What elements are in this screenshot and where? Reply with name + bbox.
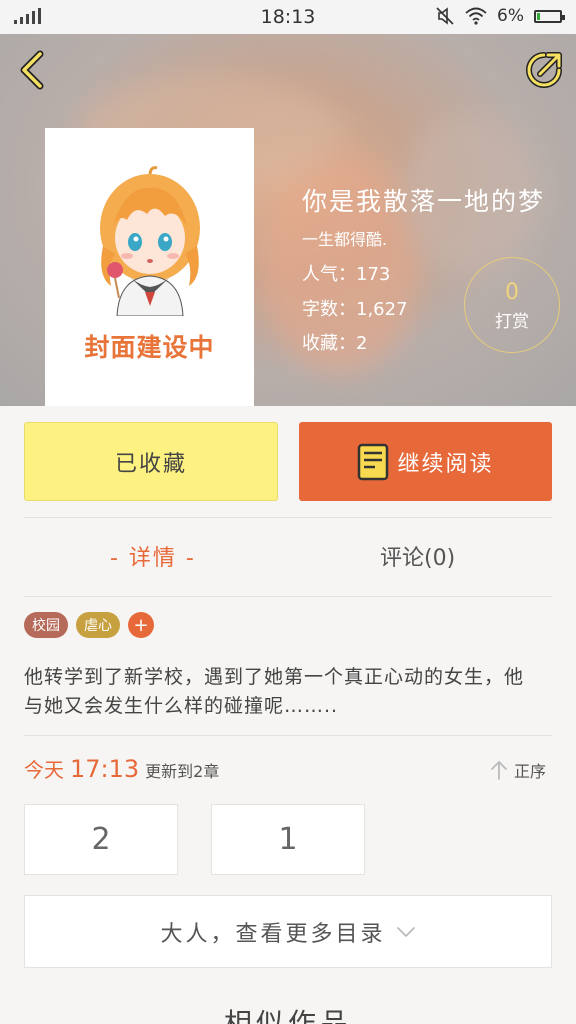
divider [24, 596, 552, 597]
status-bar: 18:13 6% [0, 0, 576, 34]
mute-icon [436, 7, 454, 25]
tag-list: 校园 虐心 + [24, 612, 154, 638]
tag-campus[interactable]: 校园 [24, 612, 68, 638]
book-icon [358, 443, 389, 480]
book-title: 你是我散落一地的梦 [302, 187, 546, 216]
share-icon [526, 52, 562, 88]
update-info: 今天 17:13 更新到2章 [24, 754, 219, 783]
wifi-icon [465, 7, 487, 25]
continue-reading-button[interactable]: 继续阅读 [299, 422, 552, 501]
chapter-button[interactable]: 2 [24, 804, 178, 875]
chevron-down-icon [396, 926, 415, 937]
word-count-stat: 字数：1,627 [302, 299, 408, 320]
similar-works-heading: 相似作品 [223, 1007, 352, 1024]
favorited-button[interactable]: 已收藏 [24, 422, 278, 501]
more-catalog-button[interactable]: 大人，查看更多目录 [24, 895, 552, 968]
sort-order-button[interactable]: 正序 [490, 758, 546, 782]
sort-order-label: 正序 [514, 762, 547, 781]
tag-angst[interactable]: 虐心 [76, 612, 120, 638]
add-tag-button[interactable]: + [128, 612, 154, 638]
book-description: 他转学到了新学校，遇到了她第一个真正心动的女生，他与她又会发生什么样的碰撞呢……… [24, 666, 525, 717]
cover-caption: 封面建设中 [84, 333, 215, 362]
update-day: 今天 [24, 758, 64, 782]
update-text: 更新到2章 [145, 762, 220, 781]
book-header: 封面建设中 你是我散落一地的梦 一生都得酷. 人气：173 字数：1,627 收… [0, 34, 576, 406]
continue-reading-label: 继续阅读 [397, 451, 494, 477]
favorited-label: 已收藏 [114, 451, 187, 477]
divider [24, 517, 552, 518]
divider [24, 735, 552, 736]
author-name[interactable]: 一生都得酷. [302, 226, 387, 250]
battery-percent: 6% [497, 6, 524, 26]
favorites-stat: 收藏：2 [302, 333, 368, 354]
back-button[interactable] [14, 50, 50, 90]
anime-girl-illustration [100, 166, 200, 316]
battery-icon [534, 9, 565, 23]
tab-detail[interactable]: - 详情 - [110, 540, 196, 572]
share-button[interactable] [524, 50, 564, 90]
tip-button[interactable]: 0 打赏 [464, 257, 560, 353]
chapter-button[interactable]: 1 [211, 804, 365, 875]
update-time: 17:13 [70, 755, 140, 783]
tab-comments[interactable]: 评论(0) [380, 540, 455, 572]
tip-count: 0 [505, 280, 519, 305]
arrow-up-icon [491, 761, 507, 780]
book-cover[interactable]: 封面建设中 [45, 128, 254, 406]
popularity-stat: 人气：173 [302, 264, 391, 285]
tip-label: 打赏 [495, 312, 529, 332]
chevron-left-icon [20, 50, 44, 90]
more-catalog-label: 大人，查看更多目录 [160, 921, 386, 947]
